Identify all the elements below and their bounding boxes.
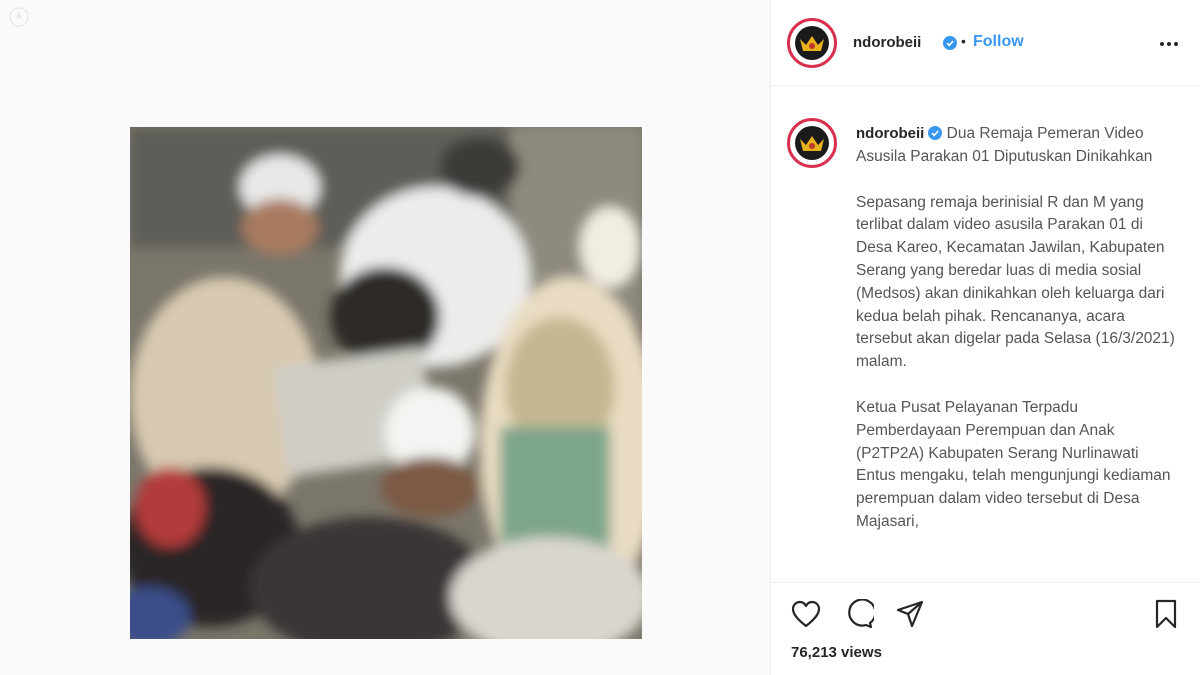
comment-icon[interactable] [842,597,876,631]
post-header: ndorobeii • Follow [771,0,1200,86]
action-bar: 76,213 views [771,582,1200,675]
verified-badge-icon [928,126,943,140]
watermark-icon [9,7,29,27]
caption-paragraph: Ketua Pusat Pelayanan Terpadu Pemberdaya… [856,398,1171,530]
caption-headline: ndorobeii Dua Remaja Pemeran Video Asusi… [856,123,1176,169]
views-count[interactable]: 76,213 views [791,644,882,661]
bookmark-icon[interactable] [1149,597,1183,631]
caption-paragraph: Sepasang remaja berinisial R dan M yang … [856,193,1175,371]
post-side-panel: ndorobeii • Follow ndorobeii Dua Remaja … [770,0,1200,675]
avatar-logo-icon [795,126,829,160]
post-video[interactable] [130,127,642,639]
media-pane [0,0,770,675]
caption-username[interactable]: ndorobeii [856,125,924,142]
username[interactable]: ndorobeii [853,34,921,51]
verified-badge-icon [943,36,957,50]
follow-button[interactable]: Follow [973,33,1024,51]
caption-text: ndorobeii Dua Remaja Pemeran Video Asusi… [856,123,1176,557]
heart-icon[interactable] [789,597,823,631]
video-frame [130,127,642,639]
send-icon[interactable] [893,597,927,631]
more-options-icon[interactable] [1155,30,1183,58]
caption-area: ndorobeii Dua Remaja Pemeran Video Asusi… [771,86,1200,582]
separator-dot: • [961,33,966,49]
avatar[interactable] [787,18,837,68]
avatar-logo-icon [795,26,829,60]
caption-avatar[interactable] [787,118,837,168]
